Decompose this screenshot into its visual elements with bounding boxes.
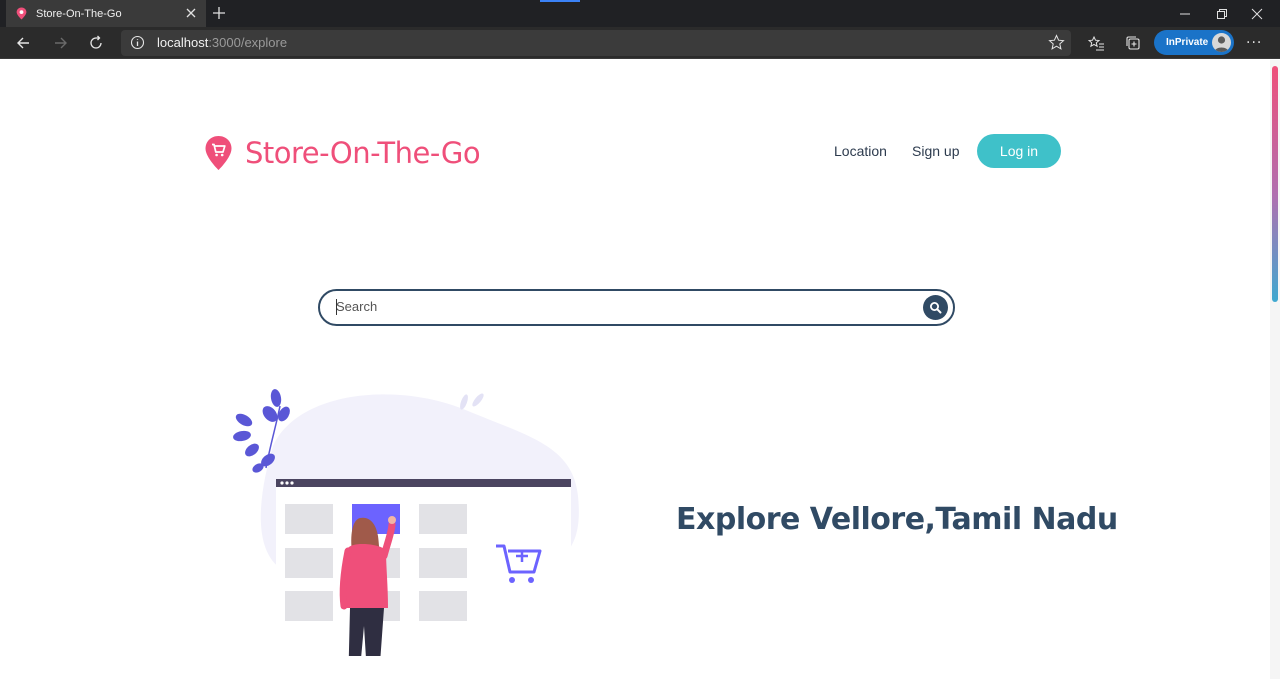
browser-toolbar: localhost:3000/explore InPrivate ··· (0, 27, 1280, 59)
user-avatar-icon (1214, 36, 1229, 52)
favicon-pin-icon (16, 7, 27, 20)
login-button[interactable]: Log in (977, 134, 1061, 168)
refresh-button[interactable] (85, 33, 107, 53)
inprivate-label: InPrivate (1166, 37, 1209, 48)
inprivate-profile-button[interactable]: InPrivate (1154, 30, 1234, 55)
hero-title: Explore Vellore,Tamil Nadu (676, 502, 1118, 537)
tab-title: Store-On-The-Go (36, 7, 122, 20)
settings-more-button[interactable]: ··· (1246, 35, 1262, 51)
page-content: Store-On-The-Go Location Sign up Log in (0, 60, 1280, 679)
scrollbar-thumb[interactable] (1272, 66, 1278, 302)
close-window-button[interactable] (1234, 0, 1280, 27)
site-info-icon[interactable] (130, 35, 145, 50)
restore-icon (1217, 8, 1227, 19)
search-icon (930, 302, 942, 314)
forward-arrow-icon (55, 37, 67, 49)
nav-signup-link[interactable]: Sign up (912, 143, 959, 159)
browser-tab-bar: Store-On-The-Go (0, 0, 1280, 27)
favorites-list-icon (1087, 35, 1104, 51)
search-button[interactable] (923, 295, 948, 320)
favorites-button[interactable] (1085, 33, 1107, 53)
back-arrow-icon (17, 37, 29, 49)
address-bar[interactable]: localhost:3000/explore (121, 30, 1071, 56)
illustration-window-bar (276, 479, 571, 487)
brand-name: Store-On-The-Go (245, 136, 481, 170)
location-pin-cart-icon (205, 136, 232, 170)
browser-tab[interactable]: Store-On-The-Go (6, 0, 206, 27)
collections-button[interactable] (1122, 33, 1144, 53)
collections-icon (1125, 35, 1140, 50)
url-host: localhost (157, 35, 209, 50)
shopping-illustration (233, 389, 579, 656)
close-window-icon (1251, 8, 1263, 19)
back-button[interactable] (12, 33, 34, 53)
search-input[interactable] (336, 299, 906, 314)
text-caret (336, 299, 337, 315)
close-tab-icon[interactable] (184, 6, 198, 20)
search-bar (318, 289, 955, 326)
page-scrollbar[interactable] (1270, 60, 1280, 679)
url-text[interactable]: localhost:3000/explore (157, 35, 287, 50)
favorite-star-icon[interactable] (1048, 34, 1065, 51)
nav-location-link[interactable]: Location (834, 143, 887, 159)
tab-bar-accent (540, 0, 580, 2)
refresh-icon (90, 35, 102, 49)
new-tab-icon[interactable] (211, 5, 227, 21)
brand-logo[interactable]: Store-On-The-Go (204, 135, 481, 171)
profile-avatar (1212, 33, 1231, 52)
minimize-icon (1180, 13, 1190, 14)
forward-button[interactable] (50, 33, 72, 53)
url-path: :3000/explore (208, 35, 288, 50)
